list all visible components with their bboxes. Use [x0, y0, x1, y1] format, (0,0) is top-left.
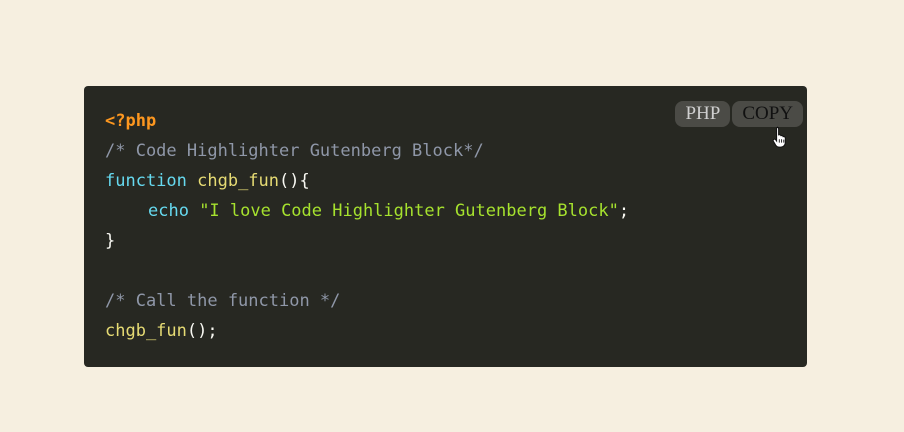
code-line: echo "I love Code Highlighter Gutenberg … — [105, 196, 629, 226]
code-toolbar: PHP COPY — [675, 101, 803, 127]
code-token: chgb_fun — [197, 171, 280, 191]
code-block: PHP COPY <?php /* Code Highlighter Gutenb… — [84, 86, 807, 367]
code-token: (); — [186, 321, 218, 341]
code-token: } — [105, 231, 116, 251]
code-token: /* Code Highlighter Gutenberg Block*/ — [105, 141, 484, 161]
code-token: ; — [618, 201, 630, 221]
code-token: /* Call the function */ — [105, 291, 341, 311]
code-line: /* Call the function */ — [105, 286, 629, 316]
hand-pointer-icon — [772, 126, 786, 148]
code-line: /* Code Highlighter Gutenberg Block*/ — [105, 136, 629, 166]
code-token: echo — [148, 201, 200, 221]
code-content: <?php /* Code Highlighter Gutenberg Block… — [105, 106, 629, 346]
copy-button[interactable]: COPY — [732, 101, 803, 127]
code-token: <?php — [105, 111, 157, 131]
language-badge: PHP — [675, 101, 731, 127]
code-line: chgb_fun(); — [105, 316, 629, 346]
code-token: function — [105, 171, 198, 191]
code-token: "I love Code Highlighter Gutenberg Block… — [199, 201, 619, 221]
code-token: chgb_fun — [105, 321, 187, 341]
code-token: (){ — [279, 171, 310, 191]
code-line: <?php — [105, 106, 629, 136]
code-line: } — [105, 226, 629, 256]
code-line: function chgb_fun(){ — [105, 166, 629, 196]
